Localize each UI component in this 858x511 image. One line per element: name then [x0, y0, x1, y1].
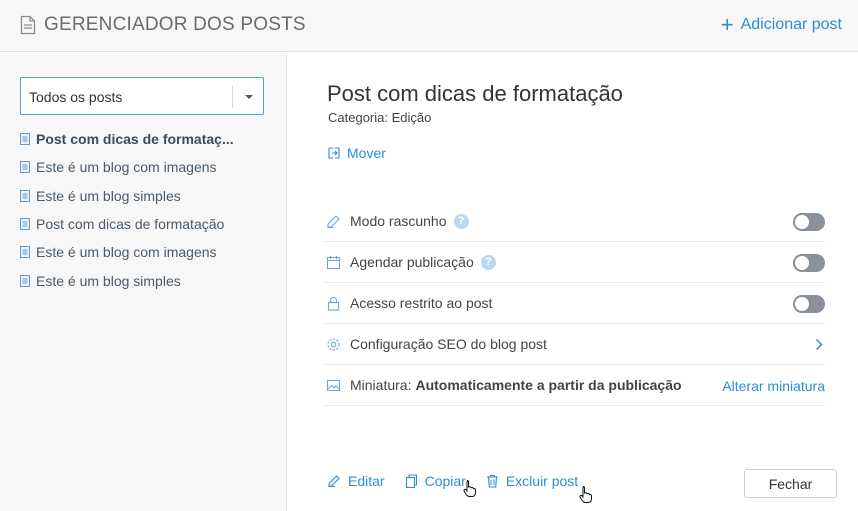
image-icon	[324, 378, 342, 393]
post-list-item[interactable]: Este é um blog simples	[20, 266, 234, 294]
post-document-icon	[20, 274, 30, 287]
calendar-icon	[324, 255, 342, 270]
post-list: Post com dicas de formataç... Este é um …	[20, 125, 234, 295]
post-list-item-label: Este é um blog simples	[36, 187, 181, 204]
document-icon	[20, 15, 36, 35]
schedule-label: Agendar publicação	[350, 254, 474, 270]
copy-label: Copiar	[424, 473, 466, 489]
plus-icon: +	[720, 12, 734, 37]
page-title: GERENCIADOR DOS POSTS	[44, 14, 306, 35]
change-thumbnail-link[interactable]: Alterar miniatura	[722, 378, 825, 394]
post-list-item-label: Post com dicas de formataç...	[36, 131, 234, 148]
chevron-right-icon[interactable]	[815, 338, 823, 351]
schedule-toggle[interactable]	[793, 254, 825, 272]
pencil-icon	[328, 475, 340, 488]
post-document-icon	[20, 189, 30, 202]
move-button[interactable]: Mover	[327, 145, 386, 161]
post-filter-value: Todos os posts	[29, 89, 123, 105]
copy-icon	[405, 474, 417, 488]
add-post-label: Adicionar post	[740, 16, 842, 33]
post-filter-select[interactable]: Todos os posts	[20, 77, 264, 115]
toggle-knob	[795, 215, 809, 229]
post-detail-panel: Post com dicas de formatação Categoria: …	[288, 53, 858, 511]
hand-cursor-icon	[463, 480, 476, 497]
thumbnail-row: Miniatura: Automaticamente a partir da p…	[324, 365, 825, 406]
toggle-knob	[795, 297, 809, 311]
gear-icon	[324, 337, 342, 352]
sidebar: Todos os posts Post com dicas de formata…	[0, 53, 287, 511]
add-post-button[interactable]: + Adicionar post	[720, 12, 842, 37]
post-title: Post com dicas de formatação	[327, 81, 623, 106]
draft-mode-row: Modo rascunho ?	[324, 201, 825, 242]
post-list-item[interactable]: Este é um blog simples	[20, 182, 234, 210]
post-list-item[interactable]: Este é um blog com imagens	[20, 153, 234, 181]
help-icon[interactable]: ?	[453, 213, 469, 229]
select-divider	[232, 86, 233, 108]
copy-button[interactable]: Copiar	[405, 473, 466, 489]
post-document-icon	[20, 218, 30, 231]
post-list-item-label: Post com dicas de formatação	[36, 216, 225, 233]
post-list-item-label: Este é um blog com imagens	[36, 244, 217, 261]
pencil-icon	[324, 214, 342, 229]
thumbnail-label: Miniatura:	[350, 377, 412, 393]
seo-settings-label: Configuração SEO do blog post	[350, 336, 547, 352]
restricted-access-toggle[interactable]	[793, 295, 825, 313]
hand-cursor-icon	[579, 486, 592, 503]
post-settings-list: Modo rascunho ? Agendar publicação ? Ace…	[324, 201, 825, 406]
post-document-icon	[20, 161, 30, 174]
restricted-access-label: Acesso restrito ao post	[350, 295, 493, 311]
restricted-access-row: Acesso restrito ao post	[324, 283, 825, 324]
delete-post-label: Excluir post	[505, 473, 579, 489]
draft-mode-label: Modo rascunho	[350, 213, 447, 229]
seo-settings-row[interactable]: Configuração SEO do blog post	[324, 324, 825, 365]
toggle-knob	[795, 256, 809, 270]
trash-icon	[486, 474, 498, 488]
move-label: Mover	[347, 145, 386, 161]
header-title-group: GERENCIADOR DOS POSTS	[20, 14, 306, 36]
close-button[interactable]: Fechar	[744, 469, 837, 498]
post-list-item-label: Este é um blog com imagens	[36, 159, 217, 176]
lock-icon	[324, 296, 342, 311]
post-list-item[interactable]: Post com dicas de formatação	[20, 210, 234, 238]
schedule-row: Agendar publicação ?	[324, 242, 825, 283]
post-list-item[interactable]: Post com dicas de formataç...	[20, 125, 234, 153]
post-list-item[interactable]: Este é um blog com imagens	[20, 238, 234, 266]
thumbnail-value: Automaticamente a partir da publicação	[415, 377, 682, 393]
move-icon	[328, 147, 340, 159]
post-document-icon	[20, 246, 30, 259]
help-icon[interactable]: ?	[480, 254, 496, 270]
caret-down-icon[interactable]	[245, 95, 253, 99]
post-document-icon	[20, 133, 30, 146]
post-category: Categoria: Edição	[328, 110, 432, 125]
edit-label: Editar	[348, 473, 385, 489]
delete-post-button[interactable]: Excluir post	[486, 473, 578, 489]
post-list-item-label: Este é um blog simples	[36, 272, 181, 289]
app-header: GERENCIADOR DOS POSTS + Adicionar post	[0, 0, 858, 52]
draft-mode-toggle[interactable]	[793, 213, 825, 231]
edit-button[interactable]: Editar	[327, 473, 385, 489]
